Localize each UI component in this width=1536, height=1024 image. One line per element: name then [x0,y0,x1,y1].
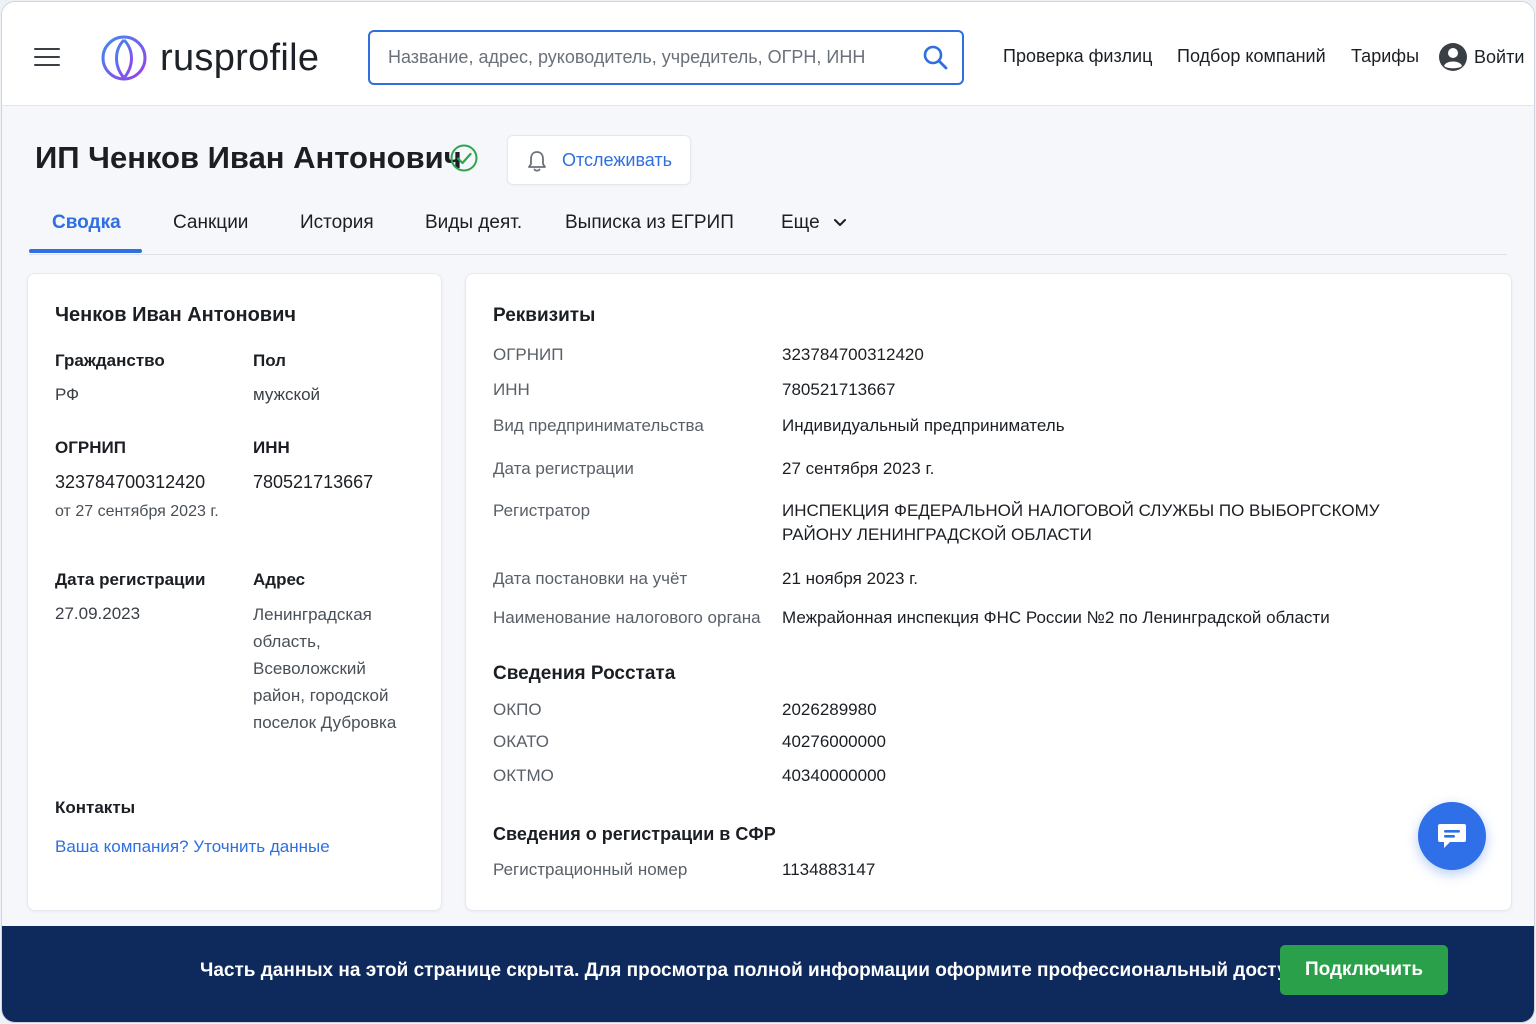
tab-activities[interactable]: Виды деят. [425,212,522,234]
search-box [368,30,964,85]
req-label-reg-date: Дата регистрации [493,459,634,478]
req-value-tax-authority: Межрайонная инспекция ФНС России №2 по Л… [782,608,1330,627]
sfr-label-reg-number: Регистрационный номер [493,860,688,879]
nav-tariffs[interactable]: Тарифы [1351,46,1419,67]
sfr-value-reg-number: 1134883147 [782,860,876,879]
search-icon[interactable] [922,44,948,70]
address-value: Ленинградская область, Всеволожский райо… [253,605,397,732]
rosstat-label-oktmo: ОКТМО [493,766,554,785]
rosstat-value-okpo: 2026289980 [782,700,877,719]
contacts-label: Контакты [55,798,136,817]
rosstat-value-okato: 40276000000 [782,732,887,751]
reg-date-label: Дата регистрации [55,570,206,589]
inn-label: ИНН [253,438,290,457]
top-header: rusprofile Проверка физлиц Подбор компан… [2,2,1534,106]
chat-button[interactable] [1418,802,1486,870]
logo[interactable]: rusprofile [100,34,319,82]
browser-window: rusprofile Проверка физлиц Подбор компан… [1,1,1535,1023]
req-value-registrar: ИНСПЕКЦИЯ ФЕДЕРАЛЬНОЙ НАЛОГОВОЙ СЛУЖБЫ П… [782,501,1380,544]
citizenship-label: Гражданство [55,351,165,370]
bell-icon [528,151,546,172]
req-value-tax-reg-date: 21 ноября 2023 г. [782,569,918,588]
ogrnip-value: 323784700312420 [55,472,206,492]
req-label-ogrnip: ОГРНИП [493,345,564,364]
reg-date-value: 27.09.2023 [55,604,141,623]
track-label: Отслеживать [562,150,673,170]
search-input[interactable] [386,32,906,83]
banner-text: Часть данных на этой странице скрыта. Дл… [200,960,1305,981]
req-value-business-type: Индивидуальный предприниматель [782,416,1065,435]
logo-text: rusprofile [160,36,320,79]
person-name: Ченков Иван Антонович [55,304,297,326]
inn-value: 780521713667 [253,472,374,492]
req-value-ogrnip: 323784700312420 [782,345,924,364]
tabs-bar: Сводка Санкции История Виды деят. Выписк… [29,192,1507,255]
nav-check-person[interactable]: Проверка физлиц [1003,46,1152,67]
tab-egrip-extract[interactable]: Выписка из ЕГРИП [565,212,734,234]
chat-icon [1438,824,1466,848]
rosstat-value-oktmo: 40340000000 [782,766,887,785]
clarify-data-link[interactable]: Ваша компания? Уточнить данные [55,837,330,857]
track-button[interactable]: Отслеживать [507,135,691,185]
req-label-registrar: Регистратор [493,501,591,520]
tab-more-label: Еще [781,212,820,233]
tab-history[interactable]: История [300,212,374,234]
connect-button[interactable]: Подключить [1280,945,1448,995]
verified-check-icon [450,144,478,172]
rosstat-label-okato: ОКАТО [493,732,549,751]
ogrnip-date: от 27 сентября 2023 г. [55,503,219,520]
req-value-reg-date: 27 сентября 2023 г. [782,459,935,478]
req-label-tax-reg-date: Дата постановки на учёт [493,569,688,588]
nav-company-select[interactable]: Подбор компаний [1177,46,1326,67]
ogrnip-label: ОГРНИП [55,438,126,457]
req-value-inn: 780521713667 [782,380,896,399]
sfr-title: Сведения о регистрации в СФР [493,824,776,844]
pro-access-banner: Часть данных на этой странице скрыта. Дл… [2,926,1534,1022]
tab-more[interactable]: Еще [781,212,847,234]
rosstat-label-okpo: ОКПО [493,700,542,719]
tab-sanctions[interactable]: Санкции [173,212,248,234]
citizenship-value: РФ [55,385,80,404]
logo-icon [101,35,147,81]
req-label-business-type: Вид предпринимательства [493,416,704,435]
menu-icon[interactable] [34,48,60,66]
req-label-inn: ИНН [493,380,530,399]
login-label: Войти [1474,46,1525,67]
requisites-card: Реквизиты ОГРНИП 323784700312420 ИНН 780… [465,273,1512,911]
sex-label: Пол [253,351,286,370]
tab-summary[interactable]: Сводка [52,212,121,234]
login-button[interactable]: Войти [1438,42,1524,72]
req-label-tax-authority: Наименование налогового органа [493,608,761,627]
page-title: ИП Ченков Иван Антонович [35,140,462,175]
address-label: Адрес [253,570,306,589]
rosstat-title: Сведения Росстата [493,663,676,684]
chevron-down-icon [833,218,846,226]
active-tab-indicator [29,249,142,253]
user-icon [1439,43,1467,71]
summary-card: Ченков Иван Антонович Гражданство РФ Пол… [27,273,442,911]
sex-value: мужской [253,385,321,404]
requisites-title: Реквизиты [493,305,596,326]
